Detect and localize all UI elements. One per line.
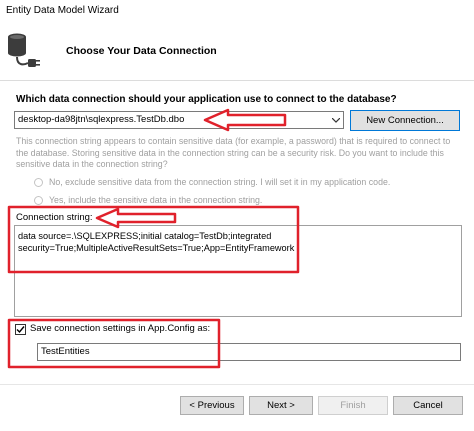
radio-button[interactable] (34, 177, 43, 187)
checkmark-icon (16, 326, 25, 334)
save-settings-label: Save connection settings in App.Config a… (30, 323, 211, 334)
previous-button[interactable]: < Previous (180, 396, 244, 415)
header-divider (0, 80, 474, 81)
database-plug-icon (4, 30, 42, 70)
include-sensitive-radio[interactable]: Yes, include the sensitive data in the c… (34, 195, 262, 205)
exclude-sensitive-label: No, exclude sensitive data from the conn… (49, 177, 391, 187)
connection-string-value: data source=.\SQLEXPRESS;initial catalog… (18, 231, 295, 253)
connection-question-label: Which data connection should your applic… (16, 94, 397, 105)
exclude-sensitive-radio[interactable]: No, exclude sensitive data from the conn… (34, 177, 390, 187)
radio-button[interactable] (34, 195, 43, 205)
sensitive-data-info: This connection string appears to contai… (16, 136, 451, 169)
entity-name-input[interactable] (37, 343, 461, 361)
include-sensitive-label: Yes, include the sensitive data in the c… (49, 195, 263, 205)
connection-string-label: Connection string: (16, 212, 93, 223)
footer-divider (0, 384, 474, 385)
page-title: Choose Your Data Connection (66, 45, 217, 57)
entity-name-value: TestEntities (41, 346, 90, 357)
window-title: Entity Data Model Wizard (6, 5, 119, 16)
new-connection-button[interactable]: New Connection... (350, 110, 460, 131)
connection-dropdown-value: desktop-da98jtn\sqlexpress.TestDb.dbo (18, 114, 185, 125)
finish-button[interactable]: Finish (318, 396, 388, 415)
cancel-button[interactable]: Cancel (393, 396, 463, 415)
chevron-down-icon[interactable] (329, 112, 343, 128)
next-button[interactable]: Next > (249, 396, 313, 415)
save-settings-checkbox[interactable] (15, 324, 26, 335)
